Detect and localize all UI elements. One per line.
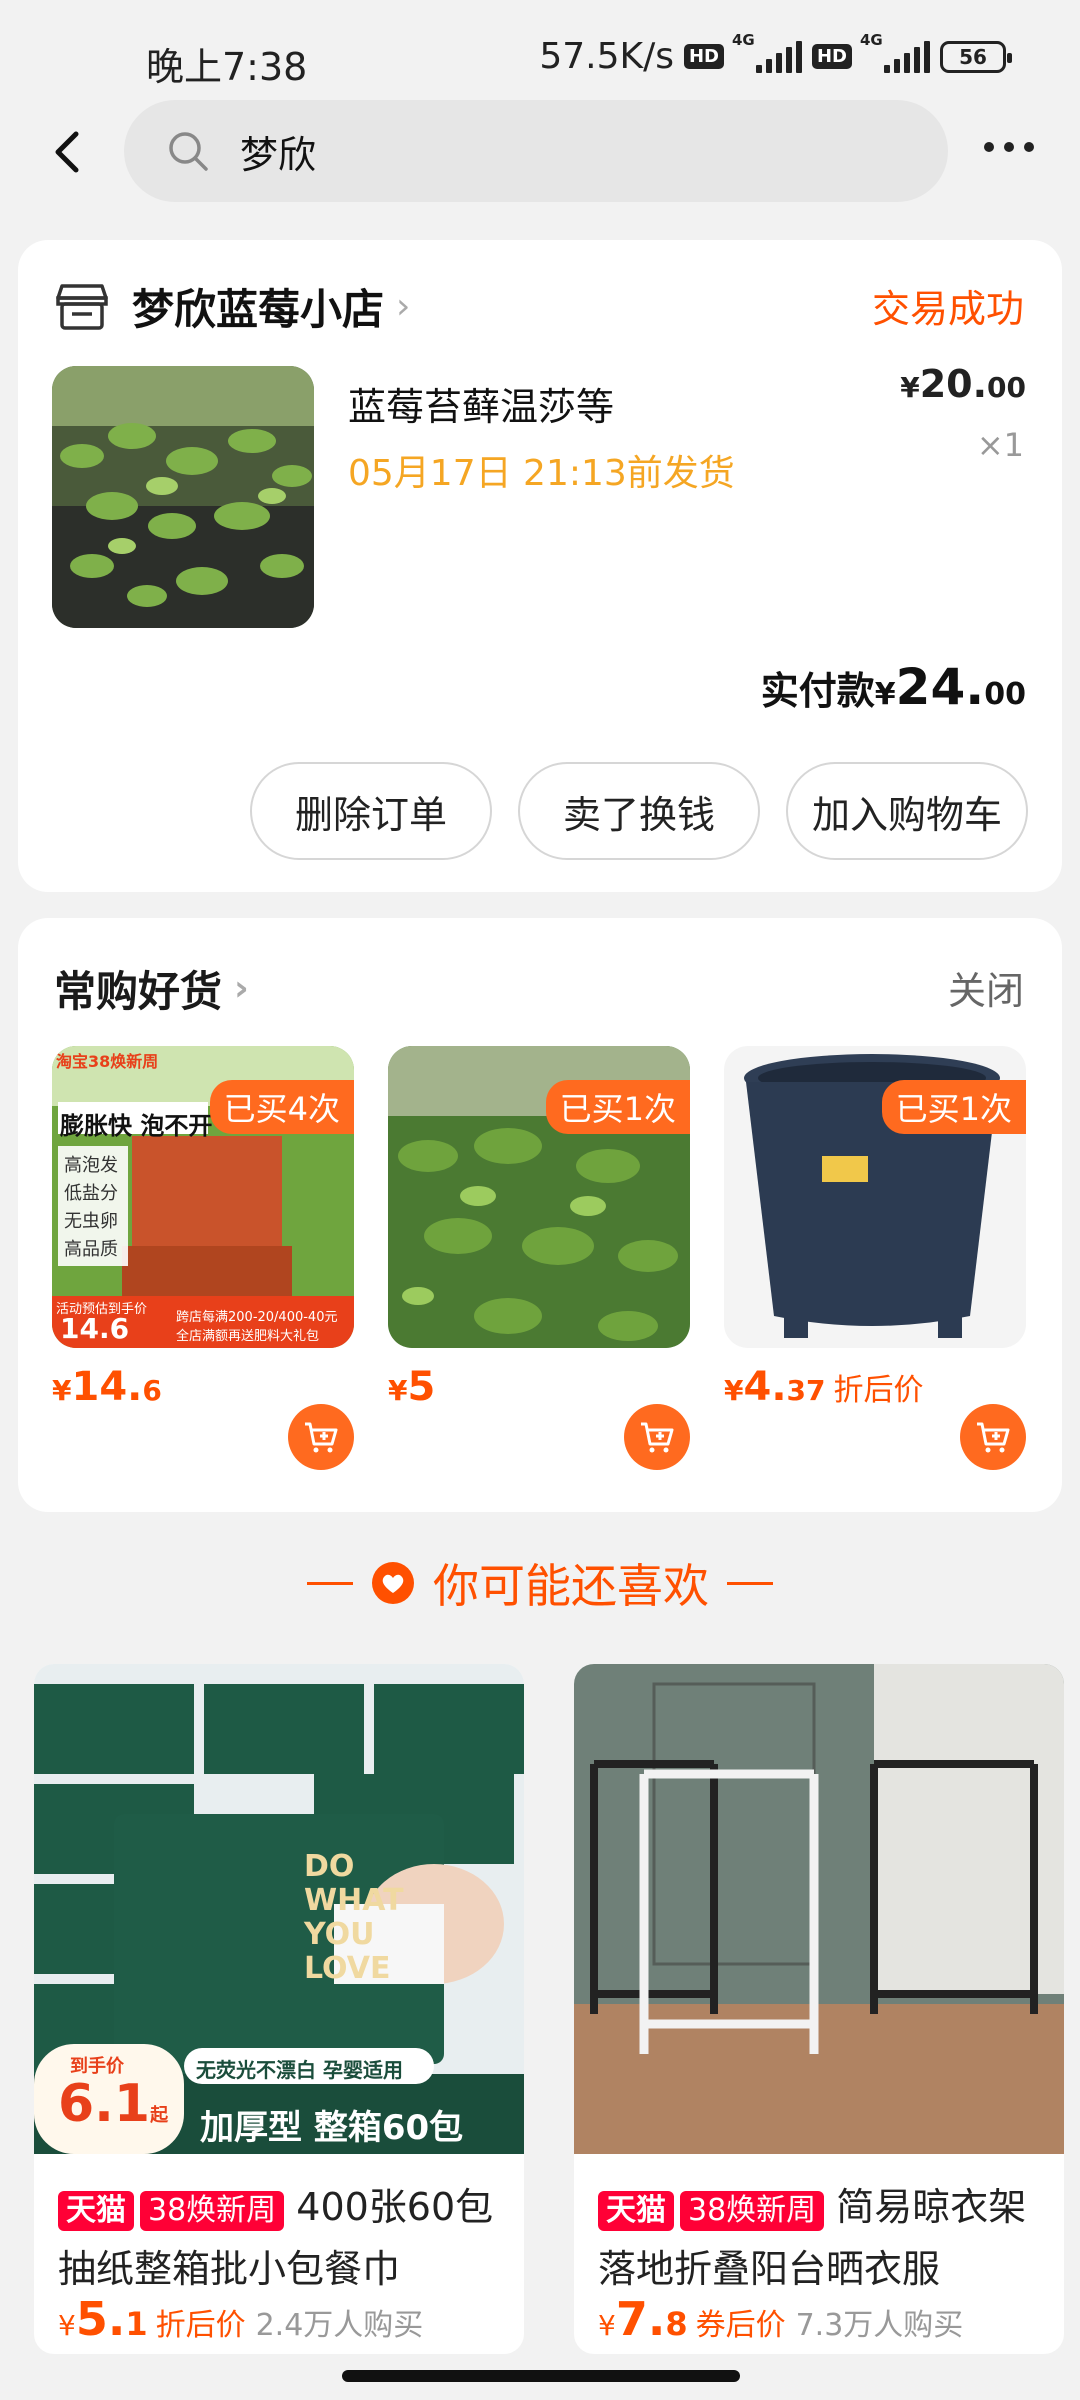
battery-icon: 56 <box>940 40 1012 73</box>
home-indicator[interactable] <box>342 2370 740 2382</box>
cart-icon <box>641 1422 674 1453</box>
promo-tag: 38焕新周 <box>680 2191 825 2231</box>
paid-amount: 实付款¥24.00 <box>760 658 1026 716</box>
frequently-bought-card: 常购好货 › 关闭 淘宝38焕新周 膨胀快 泡不开 高泡发 低盐分 无虫卵 高品质 活动… <box>18 918 1062 1512</box>
recommend-title: 天猫 38焕新周 400张60包抽纸整箱批小包餐巾 <box>58 2185 494 2291</box>
search-bar[interactable] <box>124 100 948 202</box>
frequently-bought-title[interactable]: 常购好货 › <box>54 958 249 1019</box>
ship-time: 05月17日 21:13前发货 <box>348 453 735 494</box>
divider <box>727 1581 773 1585</box>
signal-icon: 4G <box>860 31 930 73</box>
promo-tag: 38焕新周 <box>140 2191 285 2231</box>
delete-order-button[interactable]: 删除订单 <box>250 762 492 860</box>
image-text: 淘宝38焕新周 <box>56 1052 159 1071</box>
favorite-item[interactable]: 已买1次 ¥5 <box>388 1046 690 1470</box>
blueberry-plants-image <box>52 366 314 628</box>
bought-badge: 已买1次 <box>545 1080 690 1134</box>
blueberry-plants-image: 已买1次 <box>388 1046 690 1348</box>
cart-icon <box>977 1422 1010 1453</box>
shop-link[interactable]: 梦欣蓝莓小店 › <box>56 276 410 337</box>
order-status: 交易成功 <box>871 287 1024 331</box>
image-text: 跨店每满200-20/400-40元 全店满额再送肥料大礼包 <box>176 1310 338 1344</box>
tmall-tag: 天猫 <box>58 2191 134 2231</box>
recommend-heading: 你可能还喜欢 <box>0 1550 1080 1616</box>
sell-button[interactable]: 卖了换钱 <box>518 762 760 860</box>
recommend-title: 你可能还喜欢 <box>433 1559 709 1613</box>
shop-icon <box>56 283 108 330</box>
favorite-item[interactable]: 淘宝38焕新周 膨胀快 泡不开 高泡发 低盐分 无虫卵 高品质 活动预估到手价 14.… <box>52 1046 354 1470</box>
favorite-price: ¥5 <box>388 1364 436 1410</box>
add-to-cart-button[interactable]: 加入购物车 <box>786 762 1028 860</box>
chevron-right-icon: › <box>234 968 249 1009</box>
product-quantity: ×1 <box>976 426 1024 464</box>
shop-name: 梦欣蓝莓小店 <box>132 285 385 334</box>
image-text: 无荧光不漂白 孕婴适用 <box>196 2058 403 2082</box>
image-text: 加厚型 整箱60包 <box>200 2108 464 2148</box>
cart-icon <box>305 1422 338 1453</box>
image-text: 膨胀快 泡不开 <box>60 1112 213 1140</box>
image-text: 高泡发 低盐分 无虫卵 高品质 <box>64 1155 118 1260</box>
favorite-price: ¥14.6 <box>52 1364 162 1410</box>
divider <box>307 1581 353 1585</box>
signal-icon: 4G <box>732 31 802 73</box>
coco-brick-image: 淘宝38焕新周 膨胀快 泡不开 高泡发 低盐分 无虫卵 高品质 活动预估到手价 14.… <box>52 1046 354 1348</box>
image-text: 14.6 <box>60 1312 130 1345</box>
favorite-price: ¥4.37 折后价 <box>724 1364 924 1410</box>
status-icons: 57.5K/s HD 4G HD 4G 56 <box>539 31 1012 77</box>
bought-badge: 已买4次 <box>209 1080 354 1134</box>
hd-icon: HD <box>811 44 852 69</box>
product-title[interactable]: 蓝莓苔藓温莎等 <box>348 376 614 431</box>
add-to-cart-button[interactable] <box>960 1404 1026 1470</box>
chevron-right-icon: › <box>396 286 411 327</box>
image-text: DO WHAT YOU LOVE <box>304 1849 404 1986</box>
favorite-item[interactable]: 已买1次 ¥4.37 折后价 <box>724 1046 1026 1470</box>
flower-pot-image: 已买1次 <box>724 1046 1026 1348</box>
add-to-cart-button[interactable] <box>288 1404 354 1470</box>
product-price: ¥20.00 <box>900 362 1026 406</box>
status-time: 晚上7:38 <box>146 45 308 89</box>
back-arrow-icon <box>55 131 79 173</box>
recommend-item[interactable]: DO WHAT YOU LOVE 到手价 6.1起 无荧光不漂白 孕婴适用 加厚… <box>34 1664 524 2354</box>
heart-icon <box>372 1562 414 1604</box>
image-text: 6.1起 <box>58 2074 169 2134</box>
status-bar: 晚上7:38 57.5K/s HD 4G HD 4G 56 <box>0 0 1080 110</box>
top-nav <box>0 100 1080 204</box>
add-to-cart-button[interactable] <box>624 1404 690 1470</box>
close-button[interactable]: 关闭 <box>948 960 1024 1015</box>
tmall-tag: 天猫 <box>598 2191 674 2231</box>
search-icon <box>169 132 208 171</box>
recommend-price: ¥5.1 折后价 2.4万人购买 <box>58 2292 424 2346</box>
recommend-item[interactable]: 天猫 38焕新周 简易晾衣架落地折叠阳台晒衣服 ¥7.8 券后价 7.3万人购买 <box>574 1664 1064 2354</box>
bought-badge: 已买1次 <box>881 1080 1026 1134</box>
tissue-box-image: DO WHAT YOU LOVE 到手价 6.1起 无荧光不漂白 孕婴适用 加厚… <box>34 1664 524 2154</box>
recommend-title: 天猫 38焕新周 简易晾衣架落地折叠阳台晒衣服 <box>598 2185 1027 2291</box>
recommend-price: ¥7.8 券后价 7.3万人购买 <box>598 2292 964 2346</box>
more-icon[interactable] <box>978 136 1040 158</box>
order-card: 梦欣蓝莓小店 › 交易成功 蓝莓苔藓温莎等 05月17日 21:13前发货 ¥2… <box>18 240 1062 892</box>
clothes-rack-image <box>574 1664 1064 2154</box>
net-speed: 57.5K/s <box>539 36 674 77</box>
search-input[interactable] <box>240 129 840 173</box>
product-thumbnail[interactable] <box>52 366 314 628</box>
back-button[interactable] <box>48 130 88 174</box>
hd-icon: HD <box>683 44 724 69</box>
